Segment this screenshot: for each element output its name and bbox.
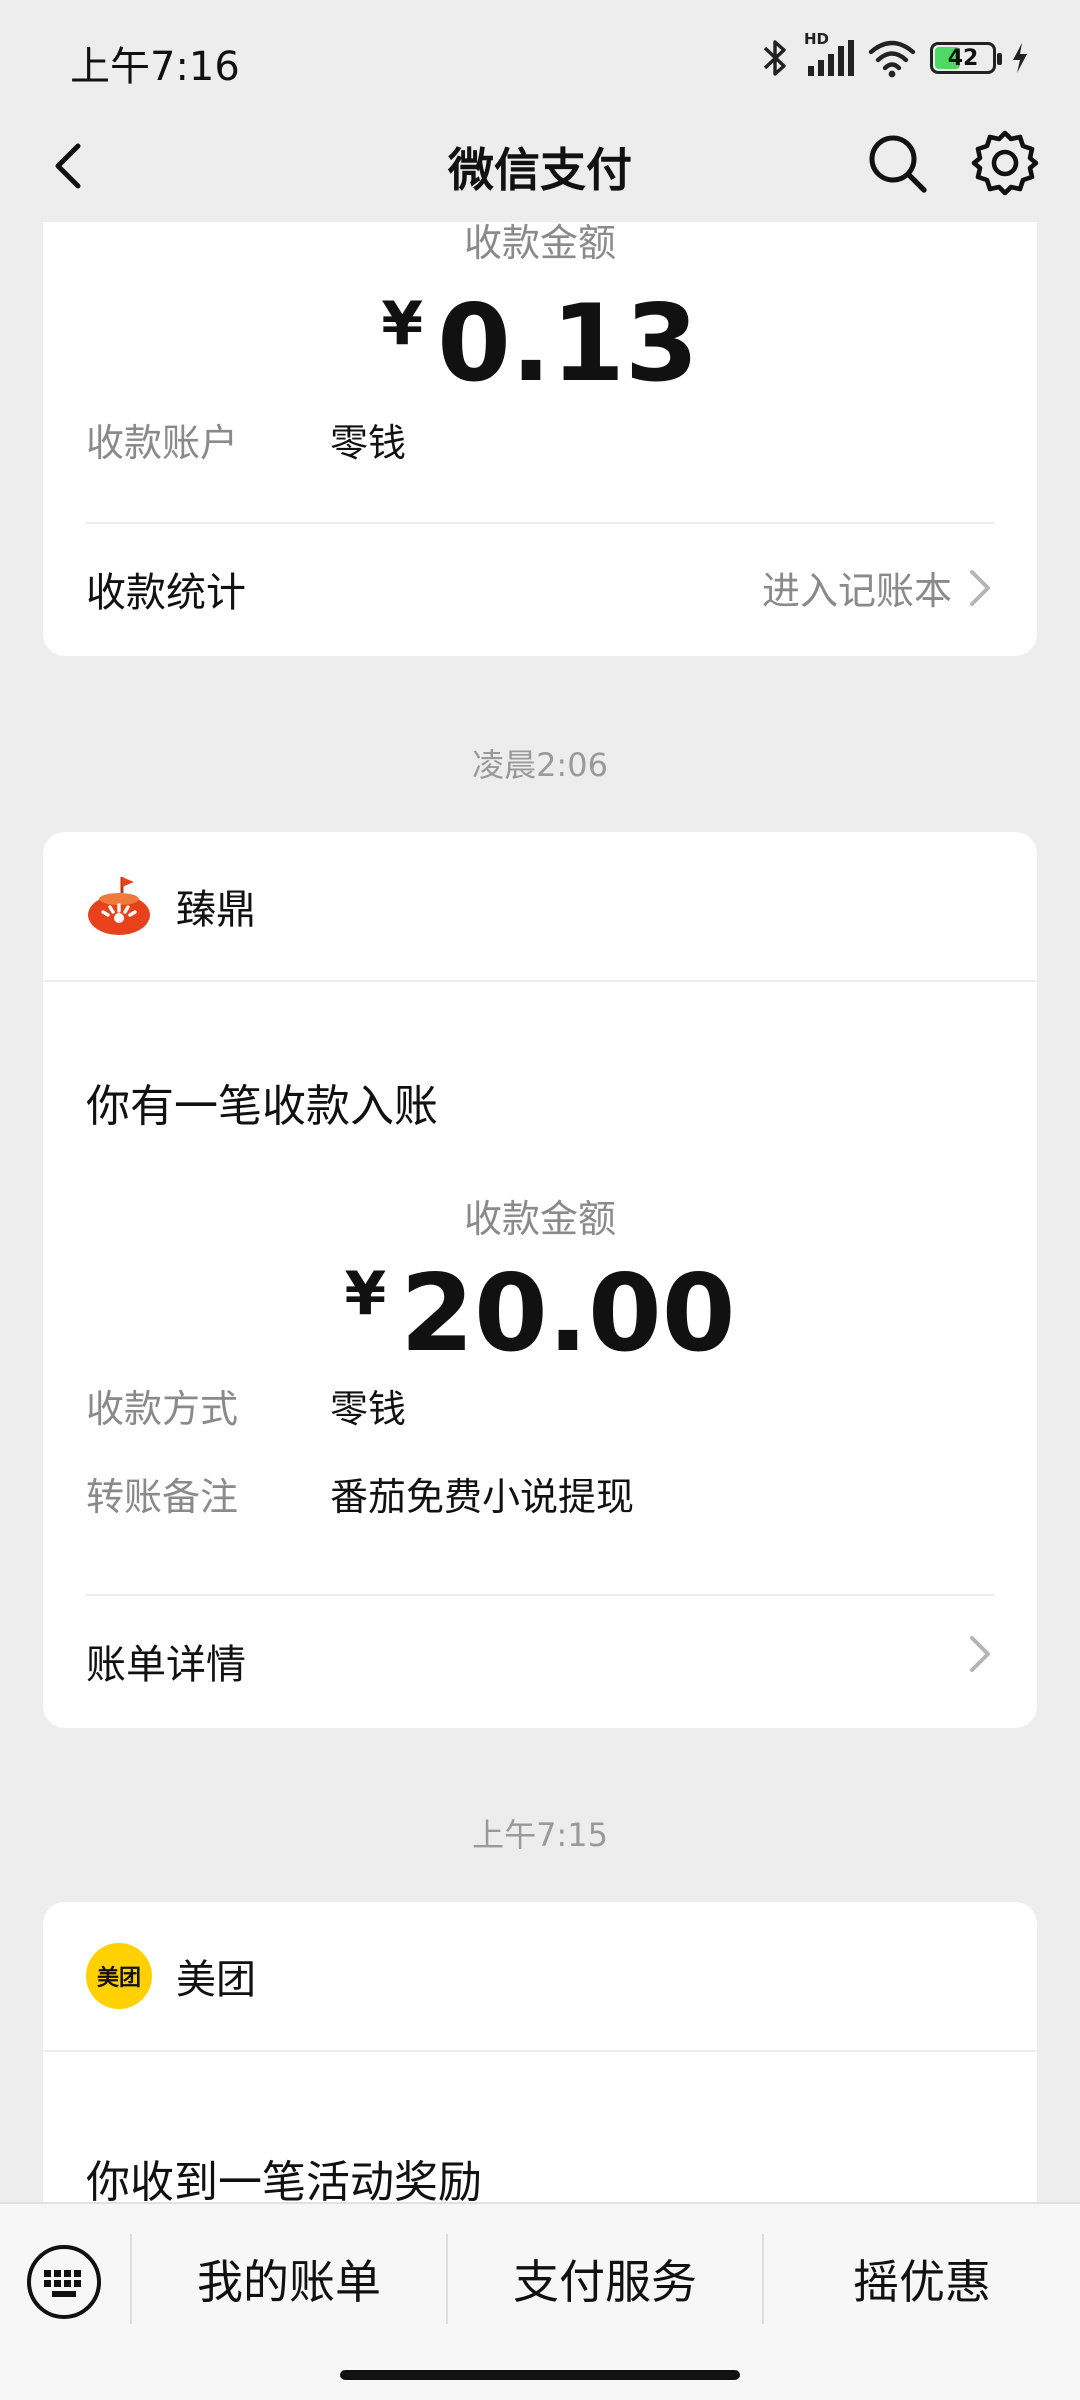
row-label: 收款账户 bbox=[86, 421, 239, 465]
amount-label: 收款金额 bbox=[463, 1197, 616, 1241]
stats-link-row[interactable]: 收款统计 进入记账本 bbox=[86, 546, 994, 626]
message-heading: 你有一笔收款入账 bbox=[86, 1081, 438, 1132]
divider bbox=[86, 522, 994, 524]
amount-label: 收款金额 bbox=[463, 222, 616, 265]
link-label: 收款统计 bbox=[86, 570, 246, 616]
chevron-right-icon bbox=[970, 1636, 990, 1672]
search-icon[interactable] bbox=[864, 130, 930, 196]
row-value: 零钱 bbox=[330, 1387, 407, 1431]
row-value: 零钱 bbox=[330, 421, 407, 465]
amount-value: ¥0.13 bbox=[43, 282, 1037, 405]
status-time: 上午7:16 bbox=[70, 44, 240, 90]
gear-icon[interactable] bbox=[970, 128, 1040, 198]
home-indicator[interactable] bbox=[340, 2370, 740, 2380]
chevron-right-icon bbox=[970, 569, 990, 606]
tomato-logo-icon bbox=[88, 877, 150, 935]
ledger-link[interactable]: 进入记账本 bbox=[762, 560, 952, 615]
charging-icon bbox=[1013, 43, 1027, 73]
divider bbox=[86, 1594, 994, 1596]
detail-row: 转账备注 番茄免费小说提现 bbox=[86, 1466, 994, 1526]
amount-value: ¥20.00 bbox=[43, 1252, 1037, 1375]
link-label: 账单详情 bbox=[86, 1642, 246, 1688]
bill-detail-row[interactable]: 账单详情 bbox=[86, 1618, 994, 1698]
keyboard-icon[interactable] bbox=[24, 2242, 104, 2322]
nav-bar: 微信支付 bbox=[0, 112, 1080, 222]
bluetooth-icon bbox=[763, 40, 786, 76]
currency-symbol: ¥ bbox=[344, 1259, 387, 1329]
status-icons: HD 42 bbox=[760, 30, 1030, 82]
logo-text: 美团 bbox=[96, 1966, 141, 1991]
battery-level: 42 bbox=[947, 45, 979, 71]
payment-card-3: 美团 美团 你收到一笔活动奖励 bbox=[43, 1902, 1037, 2202]
wifi-icon bbox=[868, 40, 916, 78]
signal-icon: HD bbox=[804, 30, 854, 80]
brand-name: 臻鼎 bbox=[176, 887, 256, 933]
amount-number: 20.00 bbox=[400, 1252, 736, 1375]
payment-card-1: 收款金额 ¥0.13 收款账户 零钱 收款统计 进入记账本 bbox=[43, 222, 1037, 656]
row-label: 转账备注 bbox=[86, 1475, 239, 1519]
row-label: 收款方式 bbox=[86, 1387, 239, 1431]
status-bar: 上午7:16 HD 42 bbox=[0, 0, 1080, 112]
row-value: 番茄免费小说提现 bbox=[330, 1475, 635, 1519]
message-list[interactable]: 收款金额 ¥0.13 收款账户 零钱 收款统计 进入记账本 凌晨2:06 臻鼎 … bbox=[0, 222, 1080, 2202]
amount-number: 0.13 bbox=[437, 282, 699, 405]
detail-row: 收款账户 零钱 bbox=[86, 412, 994, 472]
message-heading: 你收到一笔活动奖励 bbox=[86, 2157, 482, 2202]
message-timestamp: 凌晨2:06 bbox=[472, 746, 608, 784]
payment-card-2: 臻鼎 你有一笔收款入账 收款金额 ¥20.00 收款方式 零钱 转账备注 番茄免… bbox=[43, 832, 1037, 1728]
brand-name: 美团 bbox=[176, 1957, 256, 2003]
tab-my-bills[interactable]: 我的账单 bbox=[132, 2240, 446, 2324]
currency-symbol: ¥ bbox=[381, 289, 424, 359]
message-timestamp: 上午7:15 bbox=[472, 1816, 608, 1854]
card-header[interactable]: 臻鼎 bbox=[43, 832, 1037, 982]
card-header[interactable]: 美团 美团 bbox=[43, 1902, 1037, 2052]
detail-row: 收款方式 零钱 bbox=[86, 1378, 994, 1438]
tab-payment-services[interactable]: 支付服务 bbox=[448, 2240, 762, 2324]
battery-icon: 42 bbox=[930, 42, 1002, 74]
meituan-logo-icon: 美团 bbox=[86, 1943, 152, 2009]
tab-shake-offers[interactable]: 摇优惠 bbox=[764, 2240, 1080, 2324]
